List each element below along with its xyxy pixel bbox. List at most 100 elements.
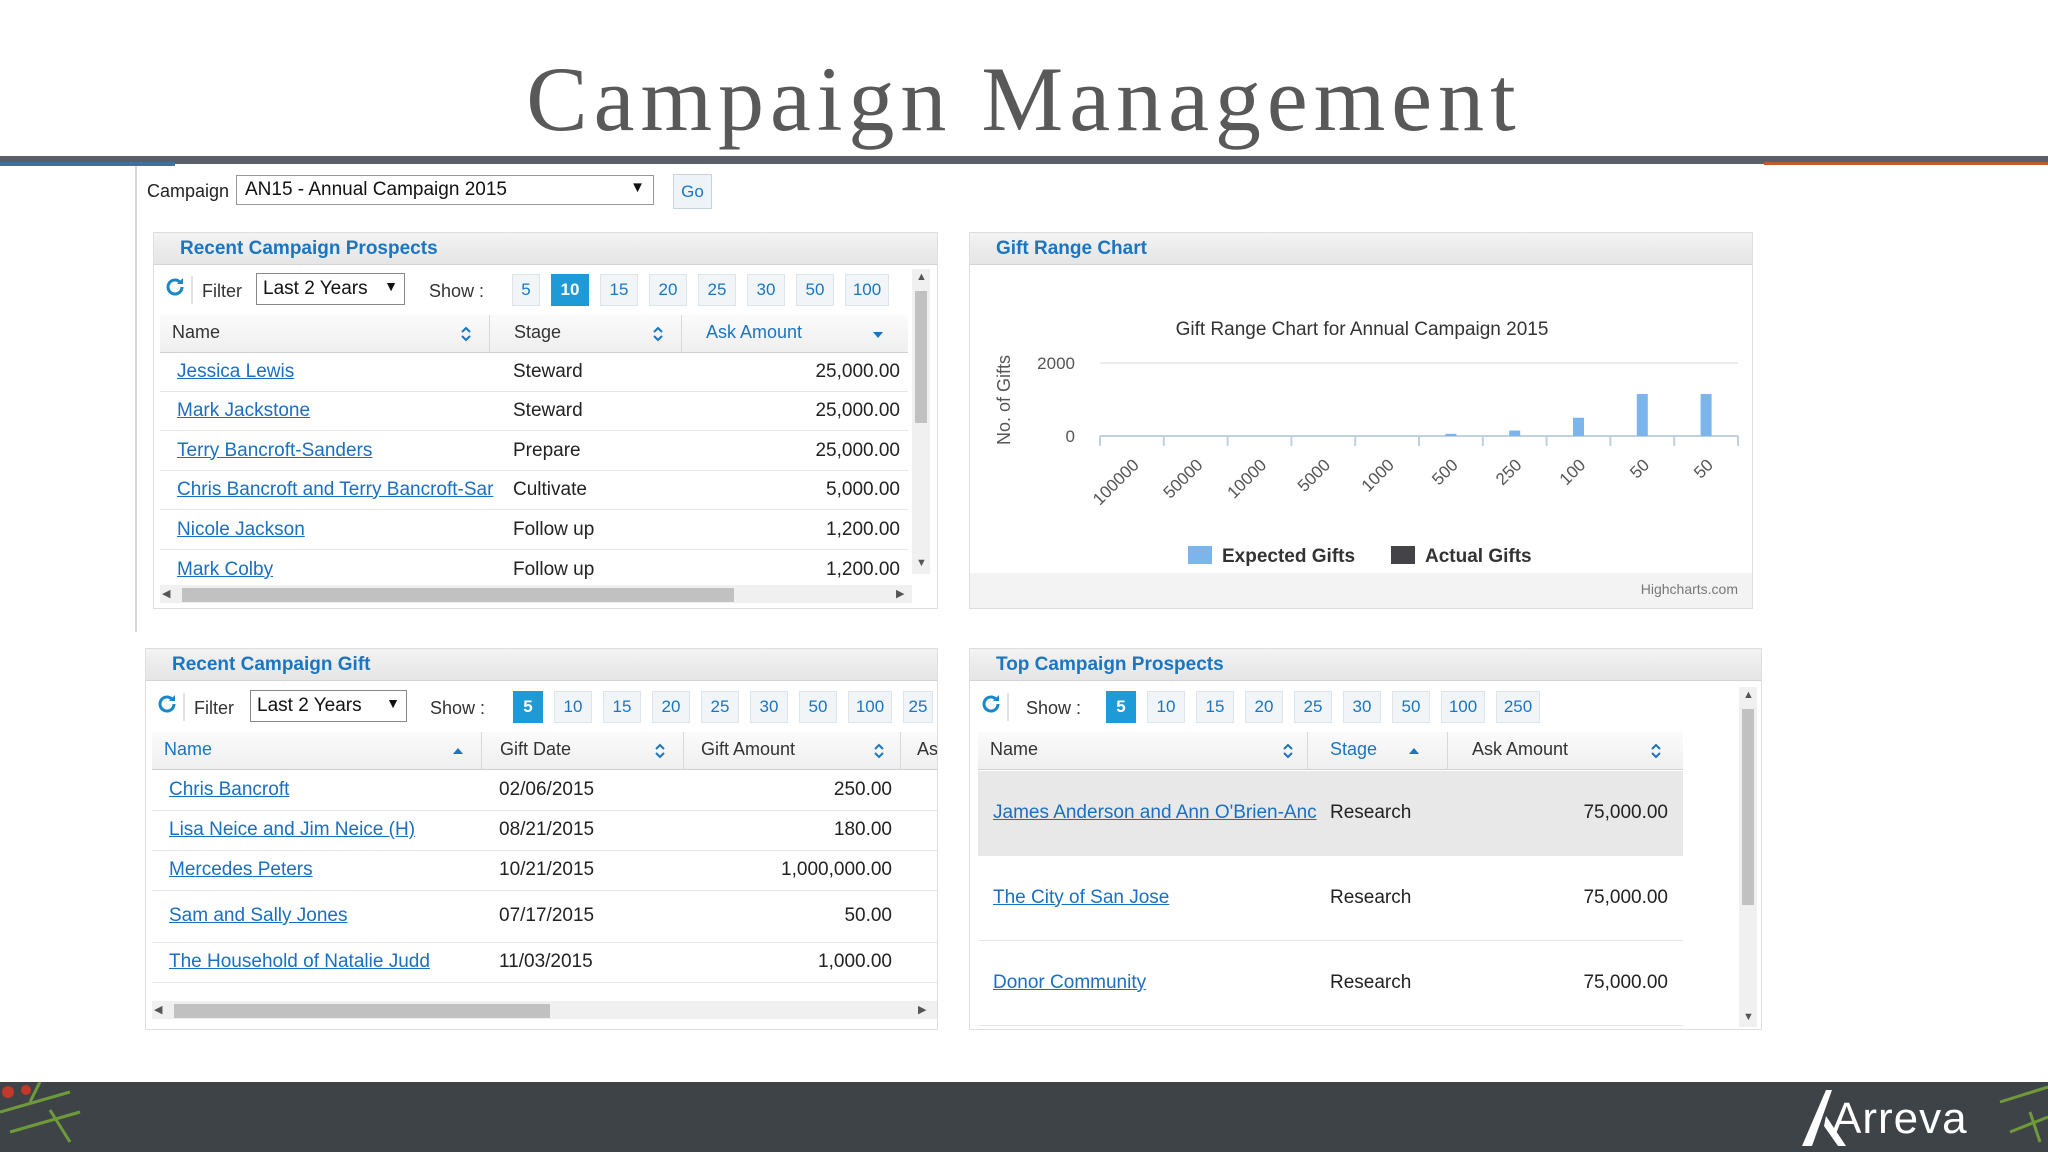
- scroll-down-icon[interactable]: ▼: [916, 557, 927, 569]
- scroll-right-icon[interactable]: ▶: [918, 1004, 926, 1016]
- page-size-button-50[interactable]: 50: [796, 274, 834, 306]
- bar-expected-gifts[interactable]: [1445, 433, 1457, 436]
- recent-gifts-filter-select[interactable]: Last 2 Years ▼: [250, 690, 407, 722]
- top-prospect-name-link[interactable]: The City of San Jose: [993, 887, 1318, 909]
- scroll-right-icon[interactable]: ▶: [896, 588, 904, 600]
- top-prospect-stage: Research: [1330, 886, 1412, 908]
- page-size-button-25[interactable]: 25: [698, 274, 736, 306]
- scrollbar-thumb[interactable]: [174, 1004, 550, 1018]
- table-row[interactable]: Chris Bancroft and Terry Bancroft-Sar Cul…: [160, 471, 908, 510]
- column-header-ask[interactable]: As: [905, 732, 937, 770]
- page-size-button-30[interactable]: 30: [1343, 691, 1381, 723]
- prospect-name-link[interactable]: Nicole Jackson: [177, 519, 495, 541]
- prospect-name-link[interactable]: Chris Bancroft and Terry Bancroft-Sar: [177, 479, 495, 501]
- column-header-name[interactable]: Name: [152, 732, 482, 770]
- bar-expected-gifts[interactable]: [1509, 430, 1521, 436]
- scroll-up-icon[interactable]: ▲: [916, 271, 927, 283]
- scrollbar-thumb[interactable]: [1742, 709, 1754, 905]
- prospect-name-link[interactable]: Mark Colby: [177, 559, 495, 581]
- bar-expected-gifts[interactable]: [1636, 394, 1648, 436]
- recent-prospects-filter-select[interactable]: Last 2 Years ▼: [256, 273, 405, 305]
- page-size-button-25[interactable]: 25: [701, 691, 739, 723]
- page-size-button-25[interactable]: 25: [903, 691, 933, 723]
- column-header-stage[interactable]: Stage: [1318, 732, 1448, 770]
- prospect-name-link[interactable]: Jessica Lewis: [177, 361, 495, 383]
- scroll-left-icon[interactable]: ◀: [154, 1004, 162, 1016]
- refresh-icon[interactable]: [155, 692, 179, 716]
- page-size-button-100[interactable]: 100: [845, 274, 889, 306]
- campaign-select[interactable]: AN15 - Annual Campaign 2015 ▼: [236, 175, 654, 205]
- scroll-up-icon[interactable]: ▲: [1743, 689, 1754, 701]
- refresh-icon[interactable]: [163, 275, 187, 299]
- bar-expected-gifts[interactable]: [1573, 417, 1584, 436]
- page-size-button-20[interactable]: 20: [652, 691, 690, 723]
- scrollbar-thumb[interactable]: [182, 588, 734, 602]
- table-row[interactable]: Nicole Jackson Follow up 1,200.00: [160, 511, 908, 550]
- column-header-name[interactable]: Name: [160, 315, 490, 353]
- gift-donor-link[interactable]: Mercedes Peters: [169, 859, 487, 881]
- legend-item[interactable]: Actual Gifts: [1425, 546, 1532, 567]
- page-size-button-30[interactable]: 30: [750, 691, 788, 723]
- recent-prospects-vscrollbar[interactable]: ▲ ▼: [912, 269, 930, 574]
- page-size-button-15[interactable]: 15: [1196, 691, 1234, 723]
- chart-credit[interactable]: Highcharts.com: [1641, 581, 1738, 597]
- table-row[interactable]: Chris Bancroft 02/06/2015 250.00: [152, 771, 937, 811]
- prospect-ask-amount: 5,000.00: [826, 478, 900, 500]
- top-prospect-name-link[interactable]: James Anderson and Ann O'Brien-Anc: [993, 802, 1318, 824]
- filter-select-value: Last 2 Years: [257, 695, 362, 716]
- table-row[interactable]: Terry Bancroft-Sanders Prepare 25,000.00: [160, 432, 908, 471]
- table-row[interactable]: The City of San Jose Research 75,000.00: [978, 856, 1683, 941]
- scrollbar-thumb[interactable]: [915, 291, 927, 423]
- gift-donor-link[interactable]: Chris Bancroft: [169, 779, 487, 801]
- table-row[interactable]: Lisa Neice and Jim Neice (H) 08/21/2015 18…: [152, 811, 937, 851]
- recent-gifts-hscrollbar[interactable]: ◀ ▶: [152, 1001, 937, 1019]
- page-size-button-20[interactable]: 20: [1245, 691, 1283, 723]
- scroll-left-icon[interactable]: ◀: [162, 588, 170, 600]
- table-row[interactable]: James Anderson and Ann O'Brien-Anc Resear…: [978, 771, 1683, 856]
- page-size-button-25[interactable]: 25: [1294, 691, 1332, 723]
- page-size-button-100[interactable]: 100: [848, 691, 892, 723]
- page-size-button-50[interactable]: 50: [799, 691, 837, 723]
- page-size-button-10[interactable]: 10: [551, 274, 589, 306]
- scroll-down-icon[interactable]: ▼: [1743, 1011, 1754, 1023]
- column-header-ask-amount[interactable]: Ask Amount: [1460, 732, 1683, 770]
- chart-background: [970, 265, 1752, 573]
- table-row[interactable]: The Household of Natalie Judd 11/03/2015 1…: [152, 943, 937, 983]
- column-header-stage[interactable]: Stage: [502, 315, 682, 353]
- column-header-name[interactable]: Name: [978, 732, 1308, 770]
- top-prospects-vscrollbar[interactable]: ▲ ▼: [1739, 687, 1757, 1027]
- page-size-button-10[interactable]: 10: [554, 691, 592, 723]
- gift-donor-link[interactable]: The Household of Natalie Judd: [169, 951, 487, 973]
- column-header-ask-amount[interactable]: Ask Amount: [694, 315, 908, 353]
- gift-donor-link[interactable]: Sam and Sally Jones: [169, 905, 487, 927]
- prospect-name-link[interactable]: Terry Bancroft-Sanders: [177, 440, 495, 462]
- page-size-button-15[interactable]: 15: [603, 691, 641, 723]
- legend-item[interactable]: Expected Gifts: [1222, 546, 1355, 567]
- table-row[interactable]: Sam and Sally Jones 07/17/2015 50.00: [152, 891, 937, 943]
- gift-donor-link[interactable]: Lisa Neice and Jim Neice (H): [169, 819, 487, 841]
- page-size-button-5[interactable]: 5: [513, 691, 543, 723]
- column-header-gift-amount[interactable]: Gift Amount: [689, 732, 901, 770]
- page-size-button-250[interactable]: 250: [1496, 691, 1540, 723]
- column-gift-amount-label: Gift Amount: [701, 739, 796, 759]
- table-row[interactable]: Jessica Lewis Steward 25,000.00: [160, 353, 908, 392]
- go-button[interactable]: Go: [673, 174, 712, 209]
- prospect-name-link[interactable]: Mark Jackstone: [177, 400, 495, 422]
- page-size-button-50[interactable]: 50: [1392, 691, 1430, 723]
- column-header-gift-date[interactable]: Gift Date: [488, 732, 684, 770]
- page-size-button-100[interactable]: 100: [1441, 691, 1485, 723]
- top-prospect-name-link[interactable]: Donor Community: [993, 972, 1318, 994]
- page-size-button-30[interactable]: 30: [747, 274, 785, 306]
- page-size-button-5[interactable]: 5: [1106, 691, 1136, 723]
- page-size-button-15[interactable]: 15: [600, 274, 638, 306]
- table-row[interactable]: Mark Jackstone Steward 25,000.00: [160, 392, 908, 431]
- page-size-button-10[interactable]: 10: [1147, 691, 1185, 723]
- table-row[interactable]: Mercedes Peters 10/21/2015 1,000,000.00: [152, 851, 937, 891]
- table-row[interactable]: Donor Community Research 75,000.00: [978, 941, 1683, 1026]
- page-size-button-5[interactable]: 5: [512, 274, 540, 306]
- gift-amount: 1,000.00: [818, 951, 892, 972]
- refresh-icon[interactable]: [979, 692, 1003, 716]
- bar-expected-gifts[interactable]: [1700, 394, 1712, 436]
- page-size-button-20[interactable]: 20: [649, 274, 687, 306]
- recent-prospects-hscrollbar[interactable]: ◀ ▶: [160, 585, 912, 603]
